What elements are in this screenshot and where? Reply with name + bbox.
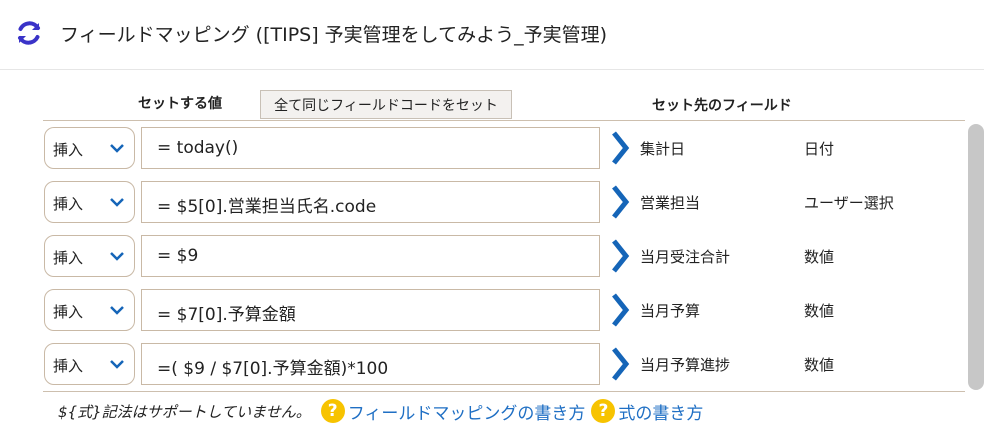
target-field-name: 当月予算進捗 [640,356,731,374]
target-field-type: ユーザー選択 [804,194,894,212]
chevron-down-icon [110,144,124,153]
mode-select-value: 挿入 [53,141,84,159]
mode-select[interactable]: 挿入 [44,127,135,169]
chevron-right-icon [612,131,630,165]
page-title: フィールドマッピング ([TIPS] 予実管理をしてみよう_予実管理) [60,24,608,46]
mode-select[interactable]: 挿入 [44,343,135,385]
chevron-down-icon [110,252,124,261]
target-field-type: 数値 [804,302,835,320]
mode-select[interactable]: 挿入 [44,181,135,223]
notation-note: ${式}記法はサポートしていません。 [58,402,311,421]
column-header-set-value: セットする値 [138,96,222,112]
help-link-expression[interactable]: ? 式の書き方 [591,399,703,424]
chevron-right-icon [612,239,630,273]
help-icon: ? [591,399,616,423]
chevron-down-icon [110,306,124,315]
chevron-right-icon [612,185,630,219]
mode-select[interactable]: 挿入 [44,289,135,331]
target-field-name: 当月受注合計 [640,248,731,266]
mapping-row: 挿入 = $9 当月受注合計 数値 [43,229,965,277]
mode-select[interactable]: 挿入 [44,235,135,277]
refresh-icon[interactable] [14,18,44,48]
target-field-name: 当月予算 [640,302,701,320]
help-link-field-mapping[interactable]: ? フィールドマッピングの書き方 [320,399,586,424]
chevron-right-icon [612,347,630,381]
expression-value: = $5[0].営業担当氏名.code [157,197,377,217]
target-field-type: 数値 [804,356,835,374]
expression-value: = $7[0].予算金額 [157,305,296,325]
chevron-down-icon [110,360,124,369]
target-field-name: 集計日 [640,140,686,158]
expression-value: = today() [157,138,239,158]
mode-select-value: 挿入 [53,357,84,375]
expression-input[interactable]: = $5[0].営業担当氏名.code [141,181,600,223]
expression-input[interactable]: = $9 [141,235,600,277]
help-link-expression-label: 式の書き方 [618,403,704,424]
mapping-row: 挿入 = today() 集計日 日付 [43,121,965,169]
vertical-scrollbar[interactable] [965,120,984,392]
footer: ${式}記法はサポートしていません。 ? フィールドマッピングの書き方 ? 式の… [58,399,709,424]
help-link-field-mapping-label: フィールドマッピングの書き方 [347,403,586,424]
mapping-row: 挿入 = $5[0].営業担当氏名.code 営業担当 ユーザー選択 [43,175,965,223]
chevron-down-icon [110,198,124,207]
column-header-target-field: セット先のフィールド [652,98,792,114]
expression-value: = $9 [157,246,199,266]
target-field-type: 日付 [804,140,835,158]
expression-input[interactable]: =( $9 / $7[0].予算金額)*100 [141,343,600,385]
mode-select-value: 挿入 [53,249,84,267]
set-same-field-code-button[interactable]: 全て同じフィールドコードをセット [260,90,512,119]
mode-select-value: 挿入 [53,195,84,213]
target-field-type: 数値 [804,248,835,266]
mapping-row: 挿入 =( $9 / $7[0].予算金額)*100 当月予算進捗 数値 [43,337,965,385]
mode-select-value: 挿入 [53,303,84,321]
expression-input[interactable]: = $7[0].予算金額 [141,289,600,331]
help-icon: ? [320,399,345,423]
target-field-name: 営業担当 [640,194,701,212]
mapping-row: 挿入 = $7[0].予算金額 当月予算 数値 [43,283,965,331]
chevron-right-icon [612,293,630,327]
dialog-header: フィールドマッピング ([TIPS] 予実管理をしてみよう_予実管理) [0,0,984,70]
mapping-list: 挿入 = today() 集計日 日付 挿入 = $5[0].営業担当氏名.co… [43,120,984,392]
scrollbar-thumb[interactable] [968,124,984,390]
expression-value: =( $9 / $7[0].予算金額)*100 [157,359,389,379]
expression-input[interactable]: = today() [141,127,600,169]
